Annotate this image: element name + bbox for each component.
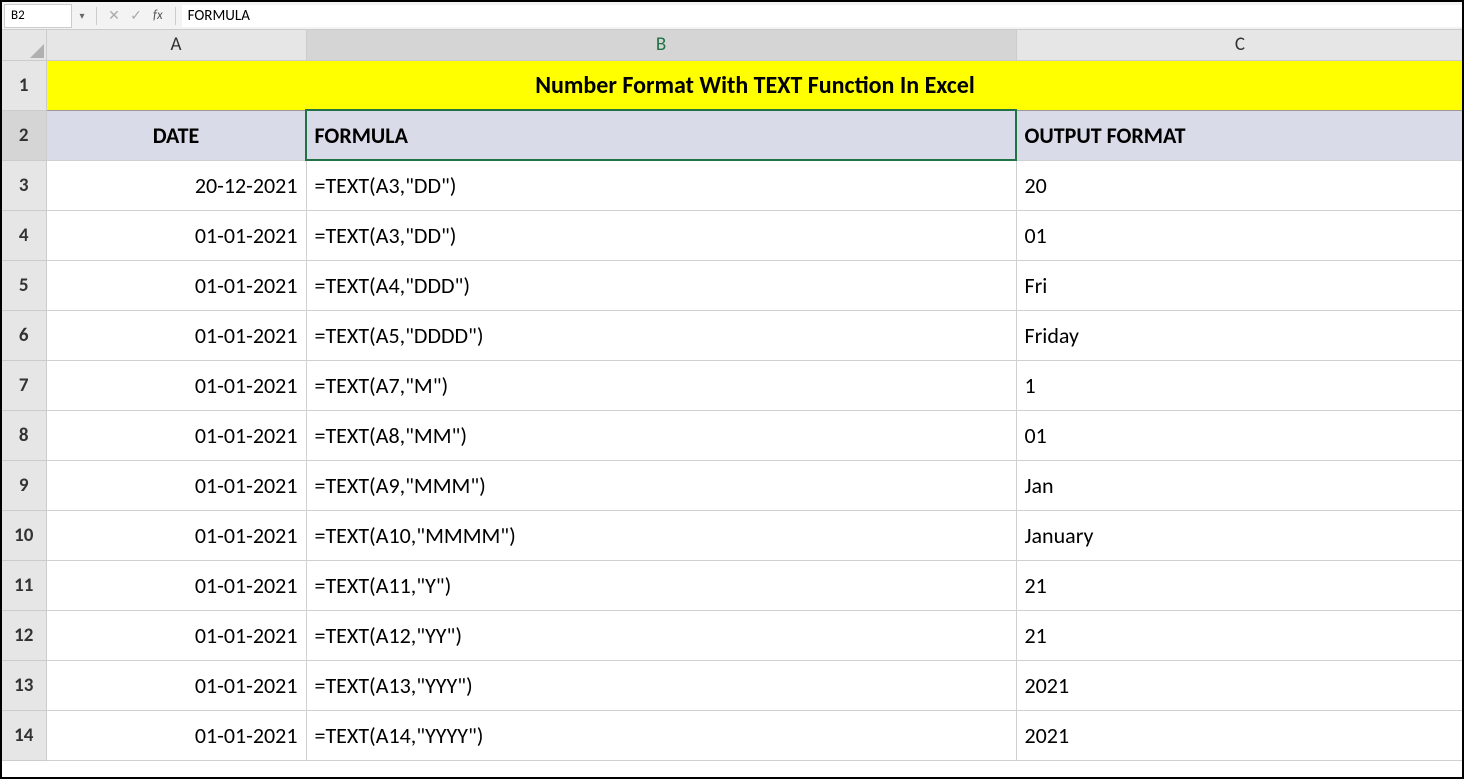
- cell-C4[interactable]: 01: [1016, 210, 1462, 260]
- cell-B2[interactable]: FORMULA: [306, 110, 1016, 160]
- cell-A3[interactable]: 20-12-2021: [46, 160, 306, 210]
- cell-B8[interactable]: =TEXT(A8,"MM"): [306, 410, 1016, 460]
- cell-A6[interactable]: 01-01-2021: [46, 310, 306, 360]
- cell-C6[interactable]: Friday: [1016, 310, 1462, 360]
- formula-bar: B2 ▾ ✕ ✓ fx: [2, 2, 1462, 30]
- cell-A14[interactable]: 01-01-2021: [46, 710, 306, 760]
- row-header-12[interactable]: 12: [2, 610, 46, 660]
- cell-A11[interactable]: 01-01-2021: [46, 560, 306, 610]
- cell-C5[interactable]: Fri: [1016, 260, 1462, 310]
- row-header-4[interactable]: 4: [2, 210, 46, 260]
- row-header-13[interactable]: 13: [2, 660, 46, 710]
- row-header-14[interactable]: 14: [2, 710, 46, 760]
- cell-C13[interactable]: 2021: [1016, 660, 1462, 710]
- cell-C2[interactable]: OUTPUT FORMAT: [1016, 110, 1462, 160]
- name-box-dropdown-icon[interactable]: ▾: [74, 9, 90, 22]
- cell-C8[interactable]: 01: [1016, 410, 1462, 460]
- cell-C9[interactable]: Jan: [1016, 460, 1462, 510]
- cell-B14[interactable]: =TEXT(A14,"YYYY"): [306, 710, 1016, 760]
- name-box-value: B2: [11, 8, 25, 23]
- cell-B4[interactable]: =TEXT(A3,"DD"): [306, 210, 1016, 260]
- cell-A4[interactable]: 01-01-2021: [46, 210, 306, 260]
- row-header-6[interactable]: 6: [2, 310, 46, 360]
- cell-C3[interactable]: 20: [1016, 160, 1462, 210]
- cell-B13[interactable]: =TEXT(A13,"YYY"): [306, 660, 1016, 710]
- cell-B5[interactable]: =TEXT(A4,"DDD"): [306, 260, 1016, 310]
- cell-A8[interactable]: 01-01-2021: [46, 410, 306, 460]
- fx-icon[interactable]: fx: [153, 8, 163, 23]
- cell-C11[interactable]: 21: [1016, 560, 1462, 610]
- spreadsheet-grid[interactable]: A B C 1 Number Format With TEXT Function…: [2, 30, 1462, 761]
- row-header-3[interactable]: 3: [2, 160, 46, 210]
- cell-C12[interactable]: 21: [1016, 610, 1462, 660]
- col-header-C[interactable]: C: [1016, 30, 1462, 60]
- row-header-10[interactable]: 10: [2, 510, 46, 560]
- excel-window: B2 ▾ ✕ ✓ fx A B C 1 Number Forma: [0, 0, 1464, 779]
- title-cell[interactable]: Number Format With TEXT Function In Exce…: [46, 60, 1462, 110]
- row-header-9[interactable]: 9: [2, 460, 46, 510]
- cell-A7[interactable]: 01-01-2021: [46, 360, 306, 410]
- row-header-11[interactable]: 11: [2, 560, 46, 610]
- row-header-5[interactable]: 5: [2, 260, 46, 310]
- sheet-area: A B C 1 Number Format With TEXT Function…: [2, 30, 1462, 777]
- cell-A5[interactable]: 01-01-2021: [46, 260, 306, 310]
- row-header-8[interactable]: 8: [2, 410, 46, 460]
- row-header-1[interactable]: 1: [2, 60, 46, 110]
- cell-A12[interactable]: 01-01-2021: [46, 610, 306, 660]
- cell-B6[interactable]: =TEXT(A5,"DDDD"): [306, 310, 1016, 360]
- row-header-2[interactable]: 2: [2, 110, 46, 160]
- select-all-corner[interactable]: [2, 30, 46, 60]
- col-header-B[interactable]: B: [306, 30, 1016, 60]
- separator: [96, 7, 97, 25]
- cell-B11[interactable]: =TEXT(A11,"Y"): [306, 560, 1016, 610]
- cell-A13[interactable]: 01-01-2021: [46, 660, 306, 710]
- cell-B12[interactable]: =TEXT(A12,"YY"): [306, 610, 1016, 660]
- separator: [175, 7, 176, 25]
- cancel-icon[interactable]: ✕: [103, 5, 125, 27]
- cell-B10[interactable]: =TEXT(A10,"MMMM"): [306, 510, 1016, 560]
- cell-C10[interactable]: January: [1016, 510, 1462, 560]
- cell-C14[interactable]: 2021: [1016, 710, 1462, 760]
- cell-A2[interactable]: DATE: [46, 110, 306, 160]
- cell-B9[interactable]: =TEXT(A9,"MMM"): [306, 460, 1016, 510]
- confirm-icon[interactable]: ✓: [125, 5, 147, 27]
- cell-B7[interactable]: =TEXT(A7,"M"): [306, 360, 1016, 410]
- cell-A10[interactable]: 01-01-2021: [46, 510, 306, 560]
- row-header-7[interactable]: 7: [2, 360, 46, 410]
- cell-C7[interactable]: 1: [1016, 360, 1462, 410]
- cell-A9[interactable]: 01-01-2021: [46, 460, 306, 510]
- col-header-A[interactable]: A: [46, 30, 306, 60]
- name-box[interactable]: B2: [4, 4, 72, 28]
- formula-input[interactable]: [182, 5, 1462, 27]
- cell-B3[interactable]: =TEXT(A3,"DD"): [306, 160, 1016, 210]
